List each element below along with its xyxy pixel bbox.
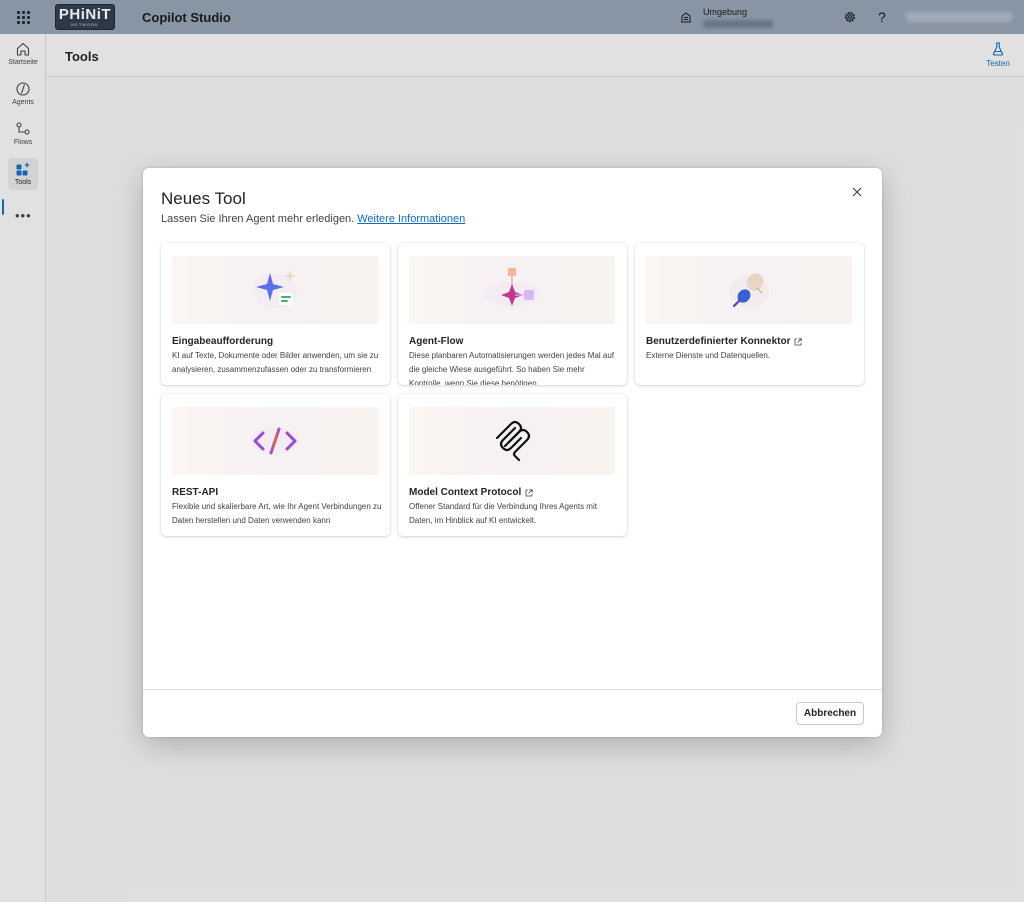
card-illustration — [172, 407, 378, 475]
external-link-icon — [525, 488, 533, 496]
card-title-text: Benutzerdefinierter Konnektor — [646, 336, 791, 347]
card-illustration — [409, 256, 615, 324]
tool-card-benutzerdefinierter-konnektor[interactable]: Benutzerdefinierter Konnektor Externe Di… — [635, 243, 864, 385]
card-title-text: Agent-Flow — [409, 336, 464, 347]
dialog-footer-divider — [143, 689, 882, 690]
card-description: Offener Standard für die Verbindung Ihre… — [409, 502, 597, 525]
mcp-icon — [495, 420, 531, 462]
card-title-text: Model Context Protocol — [409, 487, 522, 498]
tool-card-eingabeaufforderung[interactable]: Eingabeaufforderung KI auf Texte, Dokume… — [161, 243, 390, 385]
card-description: Diese planbaren Automatisierungen werden… — [409, 351, 615, 385]
card-title: REST-API — [172, 487, 218, 498]
cancel-button[interactable]: Abbrechen — [796, 702, 864, 725]
card-title: Agent-Flow — [409, 336, 463, 347]
card-description: Flexible und skalierbare Art, wie Ihr Ag… — [172, 502, 382, 525]
dialog-subtitle: Lassen Sie Ihren Agent mehr erledigen. We… — [161, 213, 465, 225]
card-description: KI auf Texte, Dokumente oder Bilder anwe… — [172, 351, 379, 374]
dialog-subtitle-text: Lassen Sie Ihren Agent mehr erledigen. — [161, 213, 355, 225]
card-title: Model Context Protocol — [409, 487, 533, 498]
card-illustration — [646, 256, 852, 324]
new-tool-dialog: Neues Tool Lassen Sie Ihren Agent mehr e… — [143, 168, 882, 737]
dialog-title: Neues Tool — [161, 189, 246, 208]
close-dialog-button[interactable] — [849, 184, 865, 200]
code-icon — [251, 427, 299, 455]
external-link-icon — [795, 337, 803, 345]
connector-plug-icon — [729, 273, 769, 308]
sparkle-prompt-icon — [253, 270, 297, 309]
tool-card-rest-api[interactable]: REST-API Flexible und skalierbare Art, w… — [161, 394, 390, 536]
tool-card-model-context-protocol[interactable]: Model Context Protocol Offener Standard … — [398, 394, 627, 536]
card-title: Eingabeaufforderung — [172, 336, 273, 347]
card-illustration — [409, 407, 615, 475]
card-title: Benutzerdefinierter Konnektor — [646, 336, 803, 347]
tool-card-agent-flow[interactable]: Agent-Flow Diese planbaren Automatisieru… — [398, 243, 627, 385]
card-title-text: Eingabeaufforderung — [172, 336, 274, 347]
card-illustration — [172, 256, 378, 324]
close-icon — [852, 187, 862, 197]
card-description: Externe Dienste und Datenquellen. — [646, 351, 771, 360]
card-title-text: REST-API — [172, 487, 219, 498]
more-info-link[interactable]: Weitere Informationen — [357, 213, 465, 225]
agent-flow-icon — [484, 268, 540, 306]
